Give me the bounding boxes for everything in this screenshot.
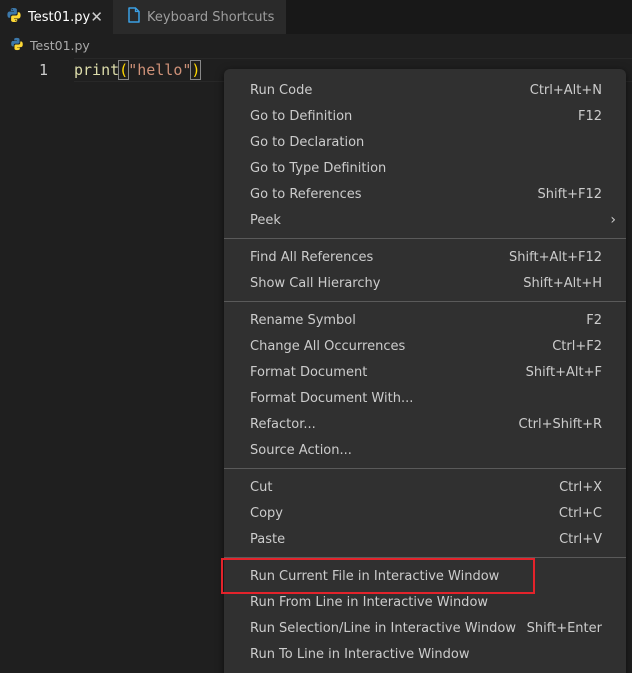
line-number: 1 — [38, 61, 48, 79]
menu-separator — [224, 238, 626, 239]
token-string: "hello" — [128, 61, 192, 79]
menu-item-shortcut: F12 — [577, 108, 602, 124]
token-paren-open: ( — [118, 60, 130, 80]
menu-item-shortcut: Ctrl+V — [559, 531, 602, 547]
menu-item-copy[interactable]: Copy Ctrl+C — [224, 500, 626, 526]
menu-item-show-call-hierarchy[interactable]: Show Call Hierarchy Shift+Alt+H — [224, 270, 626, 296]
menu-item-refactor[interactable]: Refactor... Ctrl+Shift+R — [224, 411, 626, 437]
menu-item-label: Format Document — [250, 364, 368, 380]
menu-item-label: Run Current File in Interactive Window — [250, 568, 500, 584]
menu-item-go-to-declaration[interactable]: Go to Declaration — [224, 129, 626, 155]
menu-item-shortcut: Shift+Alt+F — [525, 364, 602, 380]
menu-item-peek[interactable]: Peek › — [224, 207, 626, 233]
menu-item-source-action[interactable]: Source Action... — [224, 437, 626, 463]
menu-item-run-current-file-in-interactive-window[interactable]: Run Current File in Interactive Window — [224, 563, 626, 589]
context-menu: Run Code Ctrl+Alt+N Go to Definition F12 Go … — [224, 69, 626, 673]
menu-item-run-to-line-in-interactive-window[interactable]: Run To Line in Interactive Window — [224, 641, 626, 667]
menu-item-shortcut: Ctrl+Shift+R — [518, 416, 603, 432]
token-paren-close: ) — [190, 60, 202, 80]
menu-item-label: Format Document With... — [250, 390, 414, 406]
menu-item-shortcut: Ctrl+C — [558, 505, 602, 521]
menu-item-format-document[interactable]: Format Document Shift+Alt+F — [224, 359, 626, 385]
menu-item-paste[interactable]: Paste Ctrl+V — [224, 526, 626, 552]
menu-separator — [224, 557, 626, 558]
menu-item-label: Show Call Hierarchy — [250, 275, 381, 291]
menu-item-shortcut: Ctrl+F2 — [552, 338, 602, 354]
menu-item-label: Go to Type Definition — [250, 160, 387, 176]
menu-item-go-to-definition[interactable]: Go to Definition F12 — [224, 103, 626, 129]
menu-item-run-selection-line-in-interactive-window[interactable]: Run Selection/Line in Interactive Window… — [224, 615, 626, 641]
breadcrumb-file[interactable]: Test01.py — [30, 38, 90, 53]
token-function: print — [74, 61, 120, 79]
menu-item-label: Paste — [250, 531, 286, 547]
menu-separator — [224, 468, 626, 469]
menu-item-cut[interactable]: Cut Ctrl+X — [224, 474, 626, 500]
menu-item-shortcut: Shift+Alt+F12 — [509, 249, 602, 265]
menu-item-label: Run To Line in Interactive Window — [250, 646, 470, 662]
menu-item-label: Run Code — [250, 82, 313, 98]
menu-item-go-to-type-definition[interactable]: Go to Type Definition — [224, 155, 626, 181]
file-icon — [127, 7, 141, 27]
menu-item-label: Source Action... — [250, 442, 352, 458]
menu-item-go-to-references[interactable]: Go to References Shift+F12 — [224, 181, 626, 207]
menu-item-shortcut: Shift+Alt+H — [523, 275, 602, 291]
tab-test01-py[interactable]: Test01.py ✕ — [0, 0, 113, 34]
menu-item-label: Copy — [250, 505, 283, 521]
menu-item-change-all-occurrences[interactable]: Change All Occurrences Ctrl+F2 — [224, 333, 626, 359]
menu-item-label: Peek — [250, 212, 281, 228]
menu-item-label: Rename Symbol — [250, 312, 356, 328]
menu-item-rename-symbol[interactable]: Rename Symbol F2 — [224, 307, 626, 333]
menu-item-shortcut: Ctrl+Alt+N — [529, 82, 602, 98]
menu-item-shortcut: Shift+Enter — [526, 620, 602, 636]
tab-label: Keyboard Shortcuts — [147, 9, 275, 25]
vscode-window: Test01.py ✕ Keyboard Shortcuts Test01.py… — [0, 0, 632, 673]
menu-item-label: Run From Line in Interactive Window — [250, 594, 489, 610]
menu-item-label: Go to Definition — [250, 108, 353, 124]
menu-item-label: Refactor... — [250, 416, 316, 432]
close-icon[interactable]: ✕ — [90, 8, 103, 26]
menu-item-run-code[interactable]: Run Code Ctrl+Alt+N — [224, 77, 626, 103]
menu-item-format-document-with[interactable]: Format Document With... — [224, 385, 626, 411]
menu-item-label: Go to References — [250, 186, 362, 202]
menu-item-run-from-line-in-interactive-window[interactable]: Run From Line in Interactive Window — [224, 589, 626, 615]
menu-item-label: Find All References — [250, 249, 374, 265]
chevron-right-icon: › — [610, 212, 616, 228]
menu-item-shortcut: Shift+F12 — [537, 186, 602, 202]
menu-item-shortcut: Ctrl+X — [559, 479, 602, 495]
python-icon — [6, 7, 22, 27]
menu-separator — [224, 301, 626, 302]
menu-item-label: Go to Declaration — [250, 134, 365, 150]
menu-item-shortcut: F2 — [586, 312, 602, 328]
tab-label: Test01.py — [28, 9, 91, 25]
menu-item-label: Change All Occurrences — [250, 338, 406, 354]
python-icon — [10, 37, 24, 54]
breadcrumb[interactable]: Test01.py — [0, 34, 632, 56]
menu-item-label: Run Selection/Line in Interactive Window — [250, 620, 516, 636]
menu-item-label: Cut — [250, 479, 273, 495]
tab-bar: Test01.py ✕ Keyboard Shortcuts — [0, 0, 632, 34]
tab-keyboard-shortcuts[interactable]: Keyboard Shortcuts — [113, 0, 286, 34]
menu-item-find-all-references[interactable]: Find All References Shift+Alt+F12 — [224, 244, 626, 270]
